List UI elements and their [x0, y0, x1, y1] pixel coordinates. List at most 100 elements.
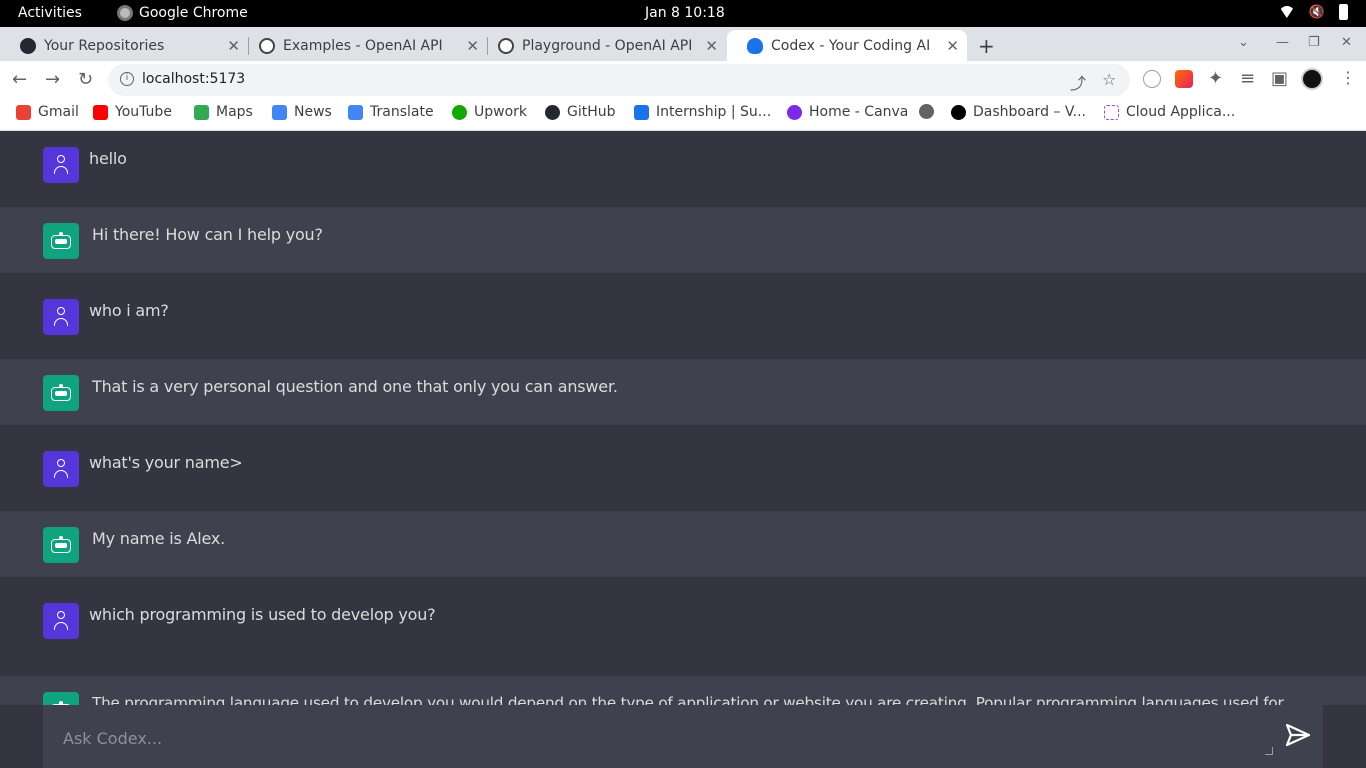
system-tray[interactable]: 🔇	[1278, 4, 1348, 20]
tab-search-icon[interactable]: ⌄	[1238, 35, 1249, 50]
internshala-icon	[634, 104, 649, 120]
volume-muted-icon: 🔇	[1308, 4, 1325, 20]
codex-icon	[747, 37, 763, 54]
reload-button[interactable]: ↻	[78, 69, 93, 90]
profile-avatar[interactable]	[1301, 68, 1323, 90]
share-icon[interactable]: ⤴	[1070, 70, 1086, 94]
send-icon	[1285, 723, 1311, 747]
bot-icon	[51, 232, 71, 249]
wifi-icon	[1278, 6, 1295, 18]
tab-strip: Your Repositories ✕ Examples - OpenAI AP…	[0, 27, 1366, 61]
site-info-icon[interactable]: i	[120, 72, 134, 86]
bookmark-label: Gmail	[38, 104, 79, 120]
clock[interactable]: Jan 8 10:18	[645, 5, 725, 21]
bookmark-news[interactable]: News	[272, 104, 332, 120]
bookmark-label: Maps	[216, 104, 253, 120]
bookmark-label: News	[294, 104, 332, 120]
close-window-button[interactable]: ✕	[1341, 35, 1352, 50]
activities-button[interactable]: Activities	[18, 5, 82, 21]
user-avatar	[43, 299, 79, 335]
chrome-menu-icon[interactable]: ⋮	[1340, 68, 1356, 87]
send-button[interactable]	[1284, 723, 1312, 749]
prompt-form	[0, 705, 1366, 768]
message-text: My name is Alex.	[92, 529, 225, 548]
side-panel-icon[interactable]: ▣	[1271, 68, 1288, 89]
bookmark-label: Translate	[370, 104, 434, 120]
user-icon	[54, 459, 68, 479]
bookmark-canva[interactable]: Home - Canva	[787, 104, 908, 120]
bookmark-gmail[interactable]: Gmail	[16, 104, 79, 120]
user-message: what's your name>	[0, 425, 1366, 511]
bookmarks-bar: Gmail YouTube Maps News Translate Upwork…	[0, 98, 1366, 131]
address-bar[interactable]: i localhost:5173 ⤴ ☆	[108, 64, 1130, 96]
user-icon	[54, 611, 68, 631]
app-menu[interactable]: Google Chrome	[117, 5, 248, 21]
user-avatar	[43, 603, 79, 639]
bot-avatar	[43, 527, 79, 563]
tab-codex[interactable]: Codex - Your Coding AI ✕	[727, 30, 967, 61]
bookmark-label: Internship | Su...	[656, 104, 772, 120]
user-message: hello	[0, 131, 1366, 207]
close-icon[interactable]: ✕	[946, 37, 959, 55]
color-picker-extension-icon[interactable]	[1175, 70, 1193, 88]
new-tab-button[interactable]: +	[978, 34, 995, 58]
bookmark-label: Home - Canva	[809, 104, 909, 120]
bot-avatar	[43, 375, 79, 411]
system-top-bar: Activities Google Chrome Jan 8 10:18 🔇	[0, 0, 1366, 27]
prompt-box	[43, 705, 1323, 768]
bookmark-youtube[interactable]: YouTube	[93, 104, 172, 120]
bookmark-maps[interactable]: Maps	[194, 104, 253, 120]
extension-icon[interactable]	[1143, 70, 1161, 88]
url-text[interactable]: localhost:5173	[142, 71, 245, 87]
youtube-icon	[93, 104, 108, 120]
github-icon	[545, 104, 560, 120]
ai-message: That is a very personal question and one…	[0, 359, 1366, 425]
bookmark-star-icon[interactable]: ☆	[1102, 70, 1116, 89]
tab-your-repositories[interactable]: Your Repositories ✕	[0, 30, 248, 61]
news-icon	[272, 104, 287, 120]
bot-avatar	[43, 223, 79, 259]
tab-playground-openai[interactable]: Playground - OpenAI API ✕	[478, 30, 726, 61]
bookmark-upwork[interactable]: Upwork	[452, 104, 527, 120]
bookmark-github[interactable]: GitHub	[545, 104, 616, 120]
bookmark-cloud-application[interactable]: Cloud Applica...	[1104, 104, 1235, 120]
upwork-icon	[452, 104, 467, 120]
prompt-input[interactable]	[63, 723, 1263, 753]
translate-icon	[348, 104, 363, 120]
close-icon[interactable]: ✕	[705, 37, 718, 55]
message-text: which programming is used to develop you…	[89, 605, 436, 624]
cloud-app-icon	[1104, 104, 1119, 120]
back-button[interactable]: ←	[12, 69, 27, 90]
battery-icon	[1339, 4, 1348, 20]
bookmark-label: GitHub	[567, 104, 616, 120]
message-text: what's your name>	[89, 453, 243, 472]
tab-title: Playground - OpenAI API	[522, 37, 693, 54]
message-text: hello	[89, 149, 127, 168]
minimize-button[interactable]: —	[1276, 35, 1289, 50]
toolbar: ← → ↻ i localhost:5173 ⤴ ☆ ✦ ≡ ▣ ⋮	[0, 61, 1366, 98]
bookmark-label: YouTube	[115, 104, 172, 120]
message-text: That is a very personal question and one…	[92, 377, 618, 396]
bookmark-label: Upwork	[474, 104, 528, 120]
bookmark-translate[interactable]: Translate	[348, 104, 434, 120]
resize-handle[interactable]	[1265, 747, 1273, 755]
tab-title: Your Repositories	[44, 37, 165, 54]
tab-title: Examples - OpenAI API	[283, 37, 443, 54]
forward-button[interactable]: →	[45, 69, 60, 90]
bookmark-internship[interactable]: Internship | Su...	[634, 104, 771, 120]
github-icon	[20, 37, 36, 54]
restore-button[interactable]: ❐	[1308, 35, 1320, 50]
bookmark-dashboard[interactable]: Dashboard – V...	[951, 104, 1086, 120]
user-message: which programming is used to develop you…	[0, 577, 1366, 676]
ai-message: My name is Alex.	[0, 511, 1366, 577]
bookmark-globe[interactable]	[919, 104, 941, 119]
tab-examples-openai[interactable]: Examples - OpenAI API ✕	[239, 30, 487, 61]
user-avatar	[43, 147, 79, 183]
chat-container[interactable]: hello Hi there! How can I help you? who …	[0, 131, 1366, 768]
openai-icon	[259, 37, 275, 54]
bookmark-label: Cloud Applica...	[1126, 104, 1236, 120]
user-message: who i am?	[0, 273, 1366, 359]
extensions-puzzle-icon[interactable]: ✦	[1208, 68, 1223, 89]
reading-list-icon[interactable]: ≡	[1240, 68, 1255, 89]
maps-icon	[194, 104, 209, 120]
